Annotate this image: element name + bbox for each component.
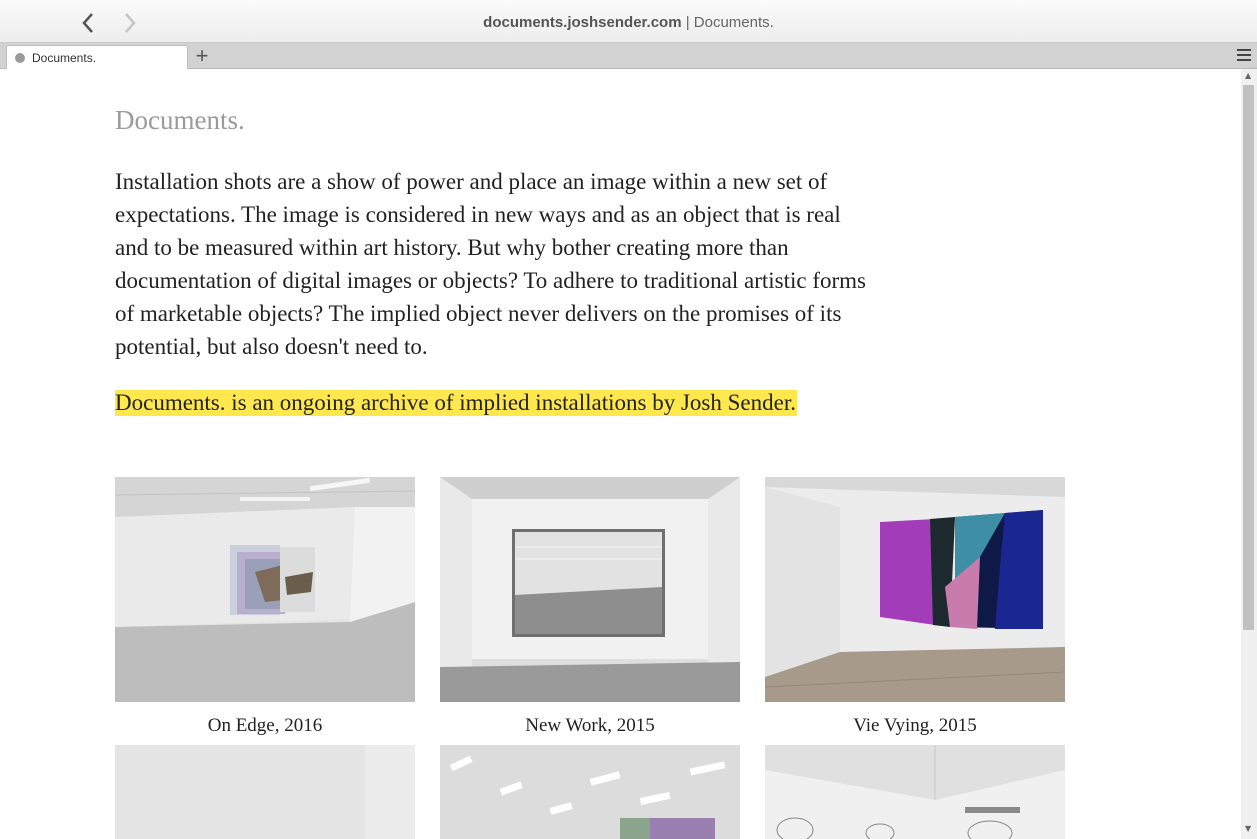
gallery-thumb-6[interactable] [765, 745, 1065, 839]
tab-bar: Documents. + [0, 43, 1257, 69]
scroll-down-arrow-icon[interactable]: ▼ [1245, 824, 1251, 833]
url-page-title: | Documents. [681, 14, 774, 31]
page-content: Documents. Installation shots are a show… [115, 69, 1240, 839]
installation-image [765, 477, 1065, 702]
installation-image [115, 477, 415, 702]
gallery-thumb-on-edge[interactable] [115, 477, 415, 702]
scrollbar-thumb[interactable] [1243, 85, 1254, 630]
gallery-thumb-5[interactable] [440, 745, 740, 839]
scroll-up-arrow-icon[interactable]: ▲ [1245, 71, 1251, 80]
page-title: Documents. [115, 105, 245, 135]
installation-image [440, 745, 740, 839]
gallery-thumb-4[interactable] [115, 745, 415, 839]
browser-titlebar: documents.joshsender.com | Documents. [0, 0, 1257, 43]
installation-image [440, 477, 740, 702]
tab-favicon-icon [15, 53, 25, 63]
vertical-scrollbar[interactable]: ▲ ▼ [1241, 69, 1257, 839]
gallery-caption-new-work: New Work, 2015 [525, 715, 655, 736]
hamburger-menu-icon[interactable] [1237, 49, 1251, 62]
gallery-caption-vie-vying: Vie Vying, 2015 [853, 715, 977, 736]
gallery-thumb-new-work[interactable] [440, 477, 740, 702]
installation-image [115, 745, 415, 839]
gallery-thumb-vie-vying[interactable] [765, 477, 1065, 702]
gallery-caption-on-edge: On Edge, 2016 [207, 715, 323, 736]
intro-paragraph: Installation shots are a show of power a… [115, 169, 867, 359]
url-domain: documents.joshsender.com [483, 14, 682, 31]
tab-label: Documents. [32, 51, 97, 65]
highlighted-statement: Documents. is an ongoing archive of impl… [115, 390, 797, 416]
address-bar[interactable]: documents.joshsender.com | Documents. [0, 14, 1257, 31]
installation-image [765, 745, 1065, 839]
new-tab-button[interactable]: + [192, 45, 212, 67]
plus-icon: + [195, 43, 209, 68]
tab-documents[interactable]: Documents. [6, 45, 188, 69]
